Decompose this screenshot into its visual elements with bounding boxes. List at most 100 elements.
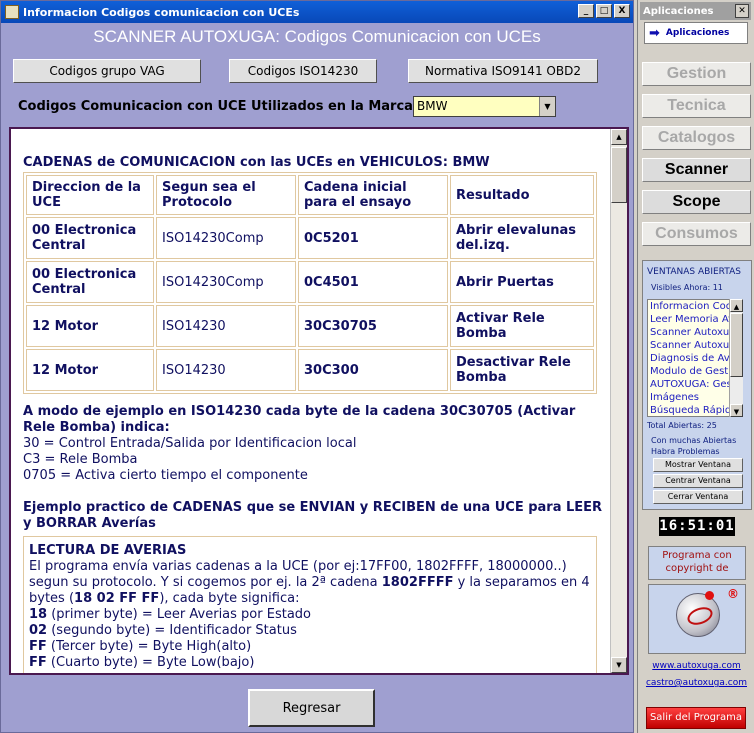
scroll-down-icon[interactable]: ▼ <box>730 404 743 417</box>
scroll-up-icon[interactable]: ▲ <box>611 129 627 145</box>
box-text-bold: 18 02 FF FF <box>74 591 160 606</box>
byte-key: 18 <box>29 607 48 622</box>
codigos-iso14230-button[interactable]: Codigos ISO14230 <box>229 59 377 83</box>
table-cell: 0C4501 <box>298 261 448 303</box>
nav-gestion[interactable]: Gestion <box>642 62 751 86</box>
open-windows-panel: VENTANAS ABIERTAS Visibles Ahora: 11 Inf… <box>642 260 752 510</box>
chevron-down-icon[interactable]: ▼ <box>539 97 555 116</box>
byte-desc: (Cuarto byte) = Byte Low(bajo) <box>46 655 255 670</box>
byte-key: FF <box>29 655 47 670</box>
list-scrollbar[interactable]: ▲ ▼ <box>729 299 743 417</box>
scroll-up-icon[interactable]: ▲ <box>730 299 743 312</box>
table-row: 12 Motor ISO14230 30C300 Desactivar Rele… <box>26 349 594 391</box>
table-cell: ISO14230Comp <box>156 217 296 259</box>
arrow-right-icon: ➡ <box>649 25 660 41</box>
table-cell: ISO14230 <box>156 305 296 347</box>
table-cell: 0C5201 <box>298 217 448 259</box>
marca-select[interactable]: BMW ▼ <box>413 96 556 117</box>
normativa-iso9141-button[interactable]: Normativa ISO9141 OBD2 <box>408 59 598 83</box>
scroll-down-icon[interactable]: ▼ <box>611 657 627 673</box>
column-header: Resultado <box>450 175 594 215</box>
marca-label: Codigos Comunicacion con UCE Utilizados … <box>18 99 413 114</box>
scroll-thumb[interactable] <box>730 313 743 377</box>
example-heading: A modo de ejemplo en ISO14230 cada byte … <box>23 404 576 435</box>
app-icon <box>5 5 19 19</box>
nav-catalogos[interactable]: Catalogos <box>642 126 751 150</box>
website-link[interactable]: www.autoxuga.com <box>642 661 751 671</box>
example-line: 30 = Control Entrada/Salida por Identifi… <box>23 436 357 451</box>
logo-ball-icon <box>676 593 720 637</box>
mostrar-ventana-button[interactable]: Mostrar Ventana <box>653 458 743 472</box>
box-text-bold: 1802FFFF <box>381 575 454 590</box>
title-bar[interactable]: Informacion Codigos comunicacion con UCE… <box>1 1 633 23</box>
table-cell: ISO14230Comp <box>156 261 296 303</box>
byte-desc: (segundo byte) = Identificador Status <box>47 623 297 638</box>
aplicaciones-button[interactable]: ➡ Aplicaciones <box>644 22 748 44</box>
nav-scope[interactable]: Scope <box>642 190 751 214</box>
box-paragraph: El programa envía varias cadenas a la UC… <box>29 559 591 607</box>
salir-button[interactable]: Salir del Programa <box>646 707 746 729</box>
table-cell: ISO14230 <box>156 349 296 391</box>
practical-heading-text: Ejemplo practico de CADENAS que se ENVIA… <box>23 500 603 531</box>
table-row: 00 Electronica Central ISO14230Comp 0C52… <box>26 217 594 259</box>
warning-text: Con muchas Abiertas Habra Problemas <box>651 436 737 456</box>
byte-line: FF (Tercer byte) = Byte High(alto) <box>29 639 591 655</box>
byte-line: 02 (segundo byte) = Identificador Status <box>29 623 591 639</box>
codigos-vag-button[interactable]: Codigos grupo VAG <box>13 59 201 83</box>
example-line: 0705 = Activa cierto tiempo el component… <box>23 468 308 483</box>
example-line: C3 = Rele Bomba <box>23 452 138 467</box>
table-cell: 00 Electronica Central <box>26 217 154 259</box>
email-link[interactable]: castro@autoxuga.com <box>642 678 751 688</box>
maximize-button[interactable]: □ <box>596 4 612 18</box>
lectura-averias-box: LECTURA DE AVERIAS El programa envía var… <box>23 536 597 673</box>
vertical-scrollbar[interactable]: ▲ ▼ <box>610 129 627 673</box>
table-cell: Activar Rele Bomba <box>450 305 594 347</box>
practical-heading: Ejemplo practico de CADENAS que se ENVIA… <box>23 500 603 532</box>
open-windows-title: VENTANAS ABIERTAS <box>647 267 741 277</box>
table-cell: 30C300 <box>298 349 448 391</box>
marca-value: BMW <box>417 99 448 113</box>
byte-line: FF (Cuarto byte) = Byte Low(bajo) <box>29 655 591 671</box>
table-cell: 12 Motor <box>26 349 154 391</box>
table-cell: 12 Motor <box>26 305 154 347</box>
table-row: 00 Electronica Central ISO14230Comp 0C45… <box>26 261 594 303</box>
aplicaciones-label: Aplicaciones <box>665 28 730 38</box>
table-cell: 30C30705 <box>298 305 448 347</box>
page-title: SCANNER AUTOXUGA: Codigos Comunicacion c… <box>93 27 541 46</box>
close-icon[interactable]: ✕ <box>735 4 749 18</box>
example-block: A modo de ejemplo en ISO14230 cada byte … <box>23 404 603 484</box>
section-heading: CADENAS de COMUNICACION con las UCEs en … <box>23 155 490 170</box>
total-open: Total Abiertas: 25 <box>647 421 717 430</box>
nav-tecnica[interactable]: Tecnica <box>642 94 751 118</box>
table-row: 12 Motor ISO14230 30C30705 Activar Rele … <box>26 305 594 347</box>
nav-consumos[interactable]: Consumos <box>642 222 751 246</box>
byte-line: 18 (primer byte) = Leer Averias por Esta… <box>29 607 591 623</box>
centrar-ventana-button[interactable]: Centrar Ventana <box>653 474 743 488</box>
table-cell: 00 Electronica Central <box>26 261 154 303</box>
column-header: Direccion de la UCE <box>26 175 154 215</box>
byte-desc: (primer byte) = Leer Averias por Estado <box>47 607 311 622</box>
clock: 16:51:01 <box>659 517 735 536</box>
column-header: Segun sea el Protocolo <box>156 175 296 215</box>
column-header: Cadena inicial para el ensayo <box>298 175 448 215</box>
scroll-thumb[interactable] <box>611 147 627 203</box>
close-button[interactable]: X <box>614 4 630 18</box>
table-cell: Abrir Puertas <box>450 261 594 303</box>
cerrar-ventana-button[interactable]: Cerrar Ventana <box>653 490 743 504</box>
box-title: LECTURA DE AVERIAS <box>29 543 187 558</box>
table-cell: Desactivar Rele Bomba <box>450 349 594 391</box>
copyright-note: Programa con copyright de <box>648 546 746 580</box>
side-title: Aplicaciones <box>643 5 714 17</box>
box-text: ), cada byte significa: <box>159 591 300 606</box>
content-panel: CADENAS de COMUNICACION con las UCEs en … <box>9 127 629 675</box>
minimize-button[interactable]: _ <box>578 4 594 18</box>
byte-key: FF <box>29 639 47 654</box>
autoxuga-logo: ® <box>648 584 746 654</box>
codes-table: Direccion de la UCE Segun sea el Protoco… <box>23 172 597 394</box>
visible-count: Visibles Ahora: 11 <box>651 283 723 292</box>
content-scroll-area: CADENAS de COMUNICACION con las UCEs en … <box>11 129 609 673</box>
nav-scanner[interactable]: Scanner <box>642 158 751 182</box>
registered-icon: ® <box>727 587 739 601</box>
main-window: Informacion Codigos comunicacion con UCE… <box>0 0 634 733</box>
regresar-button[interactable]: Regresar <box>248 689 375 727</box>
